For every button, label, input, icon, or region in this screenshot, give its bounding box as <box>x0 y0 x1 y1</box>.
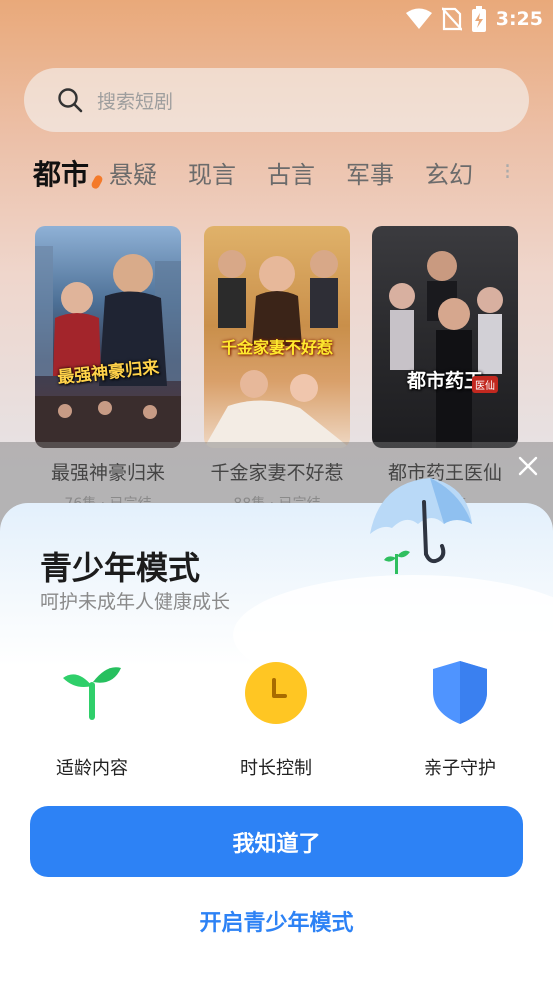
category-tabs: 都市 悬疑 现言 古言 军事 玄幻 ⁝ <box>33 150 553 195</box>
sheet-title: 青少年模式 <box>40 549 201 587</box>
clock-icon <box>245 662 307 724</box>
search-icon <box>58 88 83 113</box>
enable-teen-mode-link[interactable]: 开启青少年模式 <box>0 905 553 937</box>
feature-parental-guard: 亲子守护 <box>390 658 530 780</box>
tab-xuanyi[interactable]: 悬疑 <box>109 155 157 190</box>
close-icon[interactable] <box>515 453 541 479</box>
feature-time-control: 时长控制 <box>206 658 346 780</box>
no-sim-icon <box>441 7 462 31</box>
sheet-subtitle: 呵护未成年人健康成长 <box>40 591 231 613</box>
feature-label: 适龄内容 <box>56 758 128 779</box>
drama-poster: 千金家妻不好惹 <box>204 226 350 448</box>
tab-xianyan[interactable]: 现言 <box>188 155 236 190</box>
search-placeholder: 搜索短剧 <box>97 90 174 113</box>
sprout-icon <box>63 667 121 720</box>
status-icons: 3:25 <box>405 6 543 32</box>
tab-label: 都市 <box>33 157 90 191</box>
drama-poster: 都市药王 医仙 <box>372 226 518 448</box>
search-bar[interactable]: 搜索短剧 <box>24 68 529 132</box>
tab-xuanhuan[interactable]: 玄幻 <box>425 155 473 190</box>
tab-dushi[interactable]: 都市 <box>33 153 104 193</box>
tab-guyan[interactable]: 古言 <box>267 155 315 190</box>
active-tab-indicator <box>90 173 104 190</box>
feature-label: 亲子守护 <box>424 758 496 779</box>
feature-label: 时长控制 <box>240 758 312 779</box>
feature-age-content: 适龄内容 <box>22 658 162 780</box>
tab-junshi[interactable]: 军事 <box>346 155 394 190</box>
wifi-icon <box>405 8 432 29</box>
shield-icon <box>433 661 487 724</box>
drama-poster: 最强神豪归来 <box>35 226 181 448</box>
acknowledge-button[interactable]: 我知道了 <box>30 806 523 877</box>
poster-title: 千金家妻不好惹 <box>220 338 333 357</box>
more-tabs-icon[interactable]: ⁝ <box>504 160 511 185</box>
status-time: 3:25 <box>495 8 543 30</box>
battery-charging-icon <box>471 6 486 32</box>
poster-art <box>389 251 503 448</box>
poster-art <box>35 246 181 448</box>
umbrella-icon <box>370 478 472 574</box>
status-bar: 3:25 <box>0 0 553 40</box>
poster-badge: 医仙 <box>472 376 498 393</box>
